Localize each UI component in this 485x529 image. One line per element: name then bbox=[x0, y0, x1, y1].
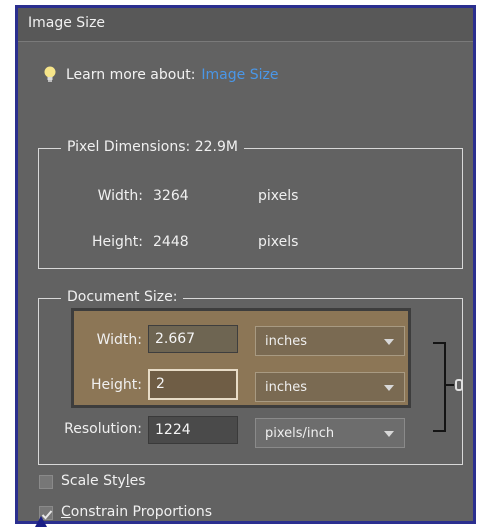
chevron-down-icon bbox=[384, 339, 394, 345]
resolution-unit-value: pixels/inch bbox=[265, 426, 335, 441]
pixel-height-unit: pixels bbox=[258, 234, 299, 250]
chain-link-icon bbox=[455, 379, 463, 391]
pixel-dimensions-group: Pixel Dimensions: 22.9M Width: 3264 pixe… bbox=[38, 139, 463, 269]
constrain-bracket-stub bbox=[446, 384, 454, 386]
doc-width-unit-select[interactable]: inches bbox=[255, 326, 405, 356]
pixel-height-label: Height: bbox=[92, 234, 143, 250]
learn-more-link[interactable]: Image Size bbox=[201, 67, 278, 83]
doc-width-input[interactable]: 2.667 bbox=[148, 325, 238, 353]
constrain-bracket bbox=[433, 342, 446, 432]
constrain-proportions-label[interactable]: Constrain Proportions bbox=[61, 504, 212, 520]
chevron-down-icon bbox=[384, 431, 394, 437]
mouse-cursor-icon bbox=[35, 516, 47, 527]
lightbulb-icon bbox=[42, 65, 58, 85]
resolution-input[interactable]: 1224 bbox=[148, 416, 238, 444]
chevron-down-icon bbox=[384, 385, 394, 391]
dialog-title: Image Size bbox=[28, 15, 106, 31]
doc-height-unit-select[interactable]: inches bbox=[255, 372, 405, 402]
dialog-titlebar[interactable]: Image Size bbox=[18, 8, 473, 42]
pixel-width-unit: pixels bbox=[258, 188, 299, 204]
pixel-width-value: 3264 bbox=[153, 188, 189, 204]
resolution-label: Resolution: bbox=[64, 421, 142, 437]
pixel-dimensions-legend: Pixel Dimensions: 22.9M bbox=[61, 139, 244, 155]
doc-width-label: Width: bbox=[96, 332, 142, 348]
pixel-width-label: Width: bbox=[97, 188, 143, 204]
doc-height-unit-value: inches bbox=[265, 380, 308, 395]
scale-styles-checkbox[interactable] bbox=[39, 475, 53, 489]
document-size-legend: Document Size: bbox=[61, 289, 184, 305]
doc-height-input[interactable]: 2 bbox=[148, 369, 238, 400]
doc-height-label: Height: bbox=[91, 377, 142, 393]
learn-more-label: Learn more about: bbox=[66, 67, 196, 83]
scale-styles-label[interactable]: Scale Styles bbox=[61, 473, 146, 489]
image-size-dialog: Image Size Learn more about: Image Size P… bbox=[15, 5, 476, 524]
resolution-unit-select[interactable]: pixels/inch bbox=[255, 418, 405, 448]
learn-more-row: Learn more about: Image Size bbox=[42, 65, 278, 85]
doc-width-unit-value: inches bbox=[265, 334, 308, 349]
pixel-height-value: 2448 bbox=[153, 234, 189, 250]
